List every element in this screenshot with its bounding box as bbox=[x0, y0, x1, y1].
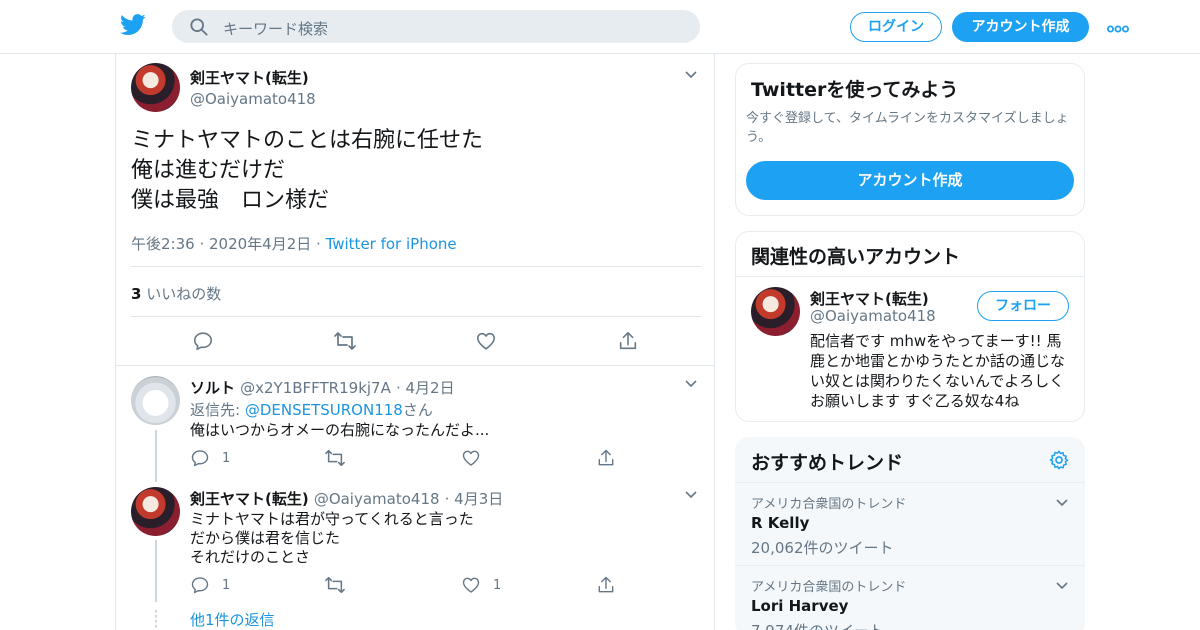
settings-gear-icon[interactable] bbox=[1048, 449, 1070, 471]
reply-date[interactable]: · 4月3日 bbox=[445, 490, 504, 508]
retweet-button[interactable] bbox=[324, 448, 346, 468]
retweet-button[interactable] bbox=[324, 575, 346, 595]
share-icon bbox=[598, 449, 614, 466]
signup-card-button[interactable]: アカウント作成 bbox=[746, 161, 1074, 200]
reply-to-prefix: 返信先: bbox=[190, 401, 245, 419]
tweet-source-link[interactable]: Twitter for iPhone bbox=[326, 235, 457, 253]
related-account-avatar[interactable] bbox=[751, 287, 800, 336]
thread-line bbox=[155, 430, 157, 482]
reply-to-suffix: さん bbox=[402, 401, 433, 419]
related-accounts-title: 関連性の高いアカウント bbox=[751, 246, 961, 268]
share-button[interactable] bbox=[596, 448, 616, 468]
likes-stat[interactable]: 3 いいねの数 bbox=[131, 283, 221, 304]
reply-icon bbox=[191, 450, 209, 467]
related-account-bio: 配信者です mhwをやってまーす!! 馬鹿とか地雷とかゆうたとか話の通じない奴と… bbox=[810, 332, 1066, 410]
retweet-icon bbox=[325, 449, 345, 467]
reply-icon bbox=[191, 577, 209, 594]
signup-button[interactable]: アカウント作成 bbox=[952, 12, 1089, 42]
reply-date[interactable]: · 4月2日 bbox=[396, 379, 455, 397]
reply-tweet[interactable]: ソルト @x2Y1BFFTR19kj7A · 4月2日 返信先: @DENSET… bbox=[116, 366, 714, 482]
signup-card-description: 今すぐ登録して、タイムラインをカスタマイズしましょう。 bbox=[746, 111, 1069, 145]
thread-line bbox=[155, 540, 157, 602]
tweet-text: ミナトヤマトのことは右腕に任せた 俺は進むだけだ 僕は最強 ロン様だ bbox=[131, 128, 484, 213]
follow-button[interactable]: フォロー bbox=[977, 291, 1069, 321]
chevron-down-icon[interactable] bbox=[684, 377, 698, 391]
divider bbox=[736, 276, 1084, 277]
reply-author-avatar[interactable] bbox=[131, 376, 180, 425]
reply-author-handle[interactable]: @x2Y1BFFTR19kj7A bbox=[240, 379, 391, 397]
heart-icon bbox=[462, 577, 480, 593]
reply-author-handle[interactable]: @Oaiyamato418 bbox=[314, 490, 440, 508]
tweet-meta: 午後2:36 · 2020年4月2日 · Twitter for iPhone bbox=[131, 233, 457, 254]
share-button[interactable] bbox=[596, 575, 616, 595]
reply-count: 1 bbox=[222, 577, 231, 593]
chevron-down-icon[interactable] bbox=[684, 68, 698, 82]
reply-text: ミナトヤマトは君が守ってくれると言った だから僕は君を信じた それだけのことさ bbox=[190, 510, 474, 566]
retweet-icon bbox=[325, 576, 345, 594]
twitter-logo-icon[interactable] bbox=[120, 14, 146, 38]
trend-location: アメリカ合衆国のトレンド bbox=[751, 580, 907, 595]
likes-count: 3 bbox=[131, 285, 142, 303]
trends-title: おすすめトレンド bbox=[751, 452, 904, 474]
reply-author-name[interactable]: 剣王ヤマト(転生) bbox=[190, 490, 309, 508]
signup-card-title: Twitterを使ってみよう bbox=[751, 79, 959, 101]
search-placeholder: キーワード検索 bbox=[223, 20, 329, 38]
trend-item[interactable]: アメリカ合衆国のトレンド R Kelly 20,062件のツイート bbox=[735, 482, 1085, 566]
trend-location: アメリカ合衆国のトレンド bbox=[751, 497, 907, 512]
heart-icon bbox=[476, 332, 496, 350]
reply-count: 1 bbox=[222, 450, 231, 466]
divider bbox=[131, 316, 701, 317]
like-button[interactable]: 1 bbox=[461, 575, 501, 595]
search-input[interactable]: キーワード検索 bbox=[172, 10, 700, 43]
main-column: 剣王ヤマト(転生) @Oaiyamato418 ミナトヤマトのことは右腕に任せた… bbox=[115, 54, 715, 630]
related-account-name[interactable]: 剣王ヤマト(転生) bbox=[810, 288, 929, 309]
reply-button[interactable]: 1 bbox=[190, 575, 230, 595]
author-name[interactable]: 剣王ヤマト(転生) bbox=[190, 67, 316, 88]
top-bar: キーワード検索 ログイン アカウント作成 bbox=[0, 0, 1200, 54]
reply-text: 俺はいつからオメーの右腕になったんだよ... bbox=[190, 421, 490, 439]
related-accounts-card: 関連性の高いアカウント 剣王ヤマト(転生) @Oaiyamato418 フォロー… bbox=[735, 231, 1085, 422]
share-icon bbox=[619, 331, 637, 350]
chevron-down-icon[interactable] bbox=[1055, 496, 1069, 510]
divider bbox=[131, 266, 701, 267]
signup-card: Twitterを使ってみよう 今すぐ登録して、タイムラインをカスタマイズしましょ… bbox=[735, 63, 1085, 216]
related-account-handle[interactable]: @Oaiyamato418 bbox=[810, 307, 936, 325]
reply-button[interactable] bbox=[192, 330, 214, 352]
share-icon bbox=[598, 576, 614, 593]
reply-author-name[interactable]: ソルト bbox=[190, 379, 235, 397]
author-avatar[interactable] bbox=[131, 63, 180, 112]
thread-dots bbox=[155, 610, 157, 630]
like-button[interactable] bbox=[475, 330, 497, 352]
share-button[interactable] bbox=[617, 330, 639, 352]
search-icon bbox=[190, 18, 208, 36]
like-count: 1 bbox=[493, 577, 502, 593]
likes-label: いいねの数 bbox=[146, 285, 222, 303]
reply-icon bbox=[193, 332, 213, 351]
like-button[interactable] bbox=[461, 448, 481, 468]
reply-author-avatar[interactable] bbox=[131, 487, 180, 536]
chevron-down-icon[interactable] bbox=[1055, 579, 1069, 593]
more-replies-link[interactable]: 他1件の返信 bbox=[190, 609, 275, 630]
heart-icon bbox=[462, 450, 480, 466]
trends-card: おすすめトレンド アメリカ合衆国のトレンド R Kelly 20,062件のツイ… bbox=[735, 437, 1085, 630]
login-button[interactable]: ログイン bbox=[850, 12, 942, 42]
reply-to-handle[interactable]: @DENSETSURON118 bbox=[245, 401, 403, 419]
chevron-down-icon[interactable] bbox=[684, 488, 698, 502]
tweet-timestamp[interactable]: 午後2:36 · 2020年4月2日 bbox=[131, 235, 311, 253]
trend-name: R Kelly bbox=[751, 514, 810, 532]
reply-button[interactable]: 1 bbox=[190, 448, 230, 468]
trend-name: Lori Harvey bbox=[751, 597, 849, 615]
more-options-icon[interactable] bbox=[1107, 20, 1129, 39]
reply-to: 返信先: @DENSETSURON118さん bbox=[190, 399, 433, 420]
trend-count: 7,974件のツイート bbox=[751, 620, 884, 630]
trend-item[interactable]: アメリカ合衆国のトレンド Lori Harvey 7,974件のツイート bbox=[735, 565, 1085, 630]
retweet-icon bbox=[334, 332, 356, 350]
trend-count: 20,062件のツイート bbox=[751, 539, 894, 557]
retweet-button[interactable] bbox=[333, 330, 357, 352]
author-handle[interactable]: @Oaiyamato418 bbox=[190, 90, 316, 108]
meta-separator: · bbox=[311, 235, 326, 253]
reply-tweet[interactable]: 剣王ヤマト(転生) @Oaiyamato418 · 4月3日 ミナトヤマトは君が… bbox=[116, 480, 714, 630]
